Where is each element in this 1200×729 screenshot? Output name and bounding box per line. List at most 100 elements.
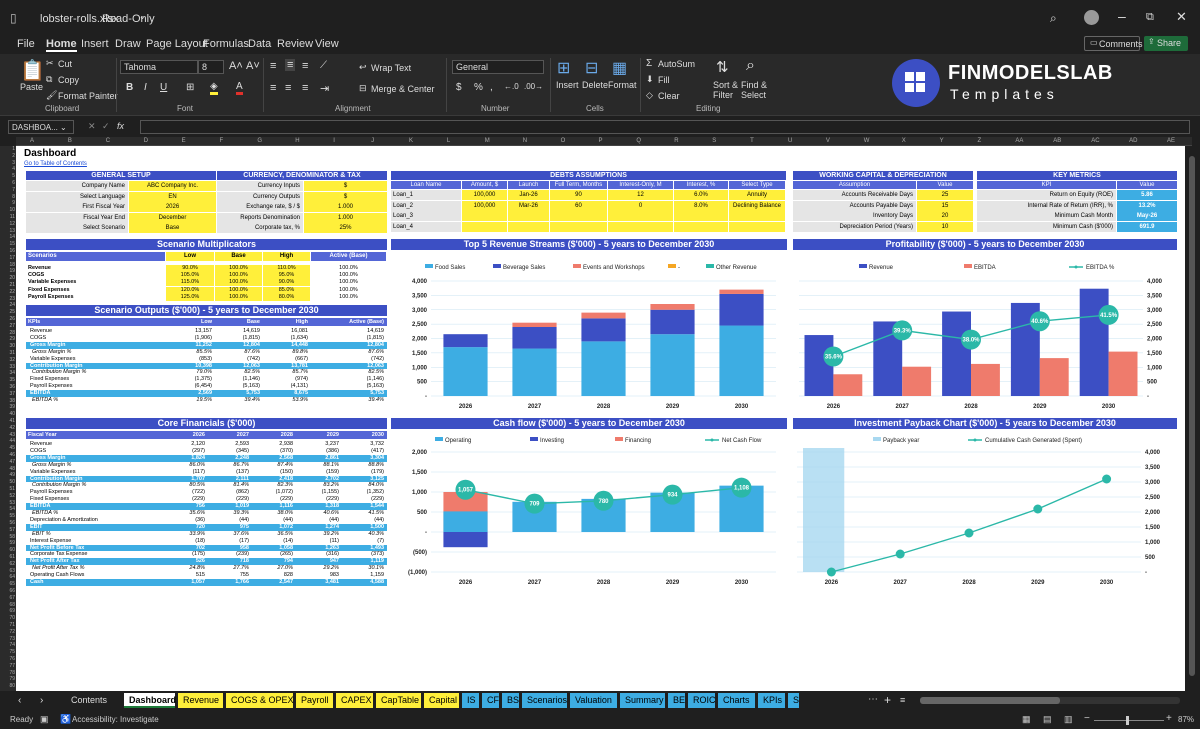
row-header[interactable]: 31 [2, 350, 15, 356]
wc-value[interactable]: 25 [917, 190, 973, 200]
row-header[interactable]: 62 [2, 561, 15, 567]
row-header[interactable]: 52 [2, 493, 15, 499]
decrease-font-icon[interactable]: A˅ [246, 60, 260, 72]
row-header[interactable]: 55 [2, 513, 15, 519]
general-value[interactable]: 2026 [129, 202, 216, 212]
row-header[interactable]: 68 [2, 602, 15, 608]
sheet-tab[interactable]: Capital [424, 693, 459, 708]
row-header[interactable]: 22 [2, 289, 15, 295]
percent-icon[interactable]: % [474, 82, 483, 93]
column-header[interactable]: Y [940, 138, 944, 144]
row-header[interactable]: 37 [2, 391, 15, 397]
currency-value[interactable]: $ [304, 191, 387, 202]
loan-value[interactable] [608, 211, 673, 221]
row-header[interactable]: 46 [2, 452, 15, 458]
row-header[interactable]: 76 [2, 656, 15, 662]
restore-icon[interactable]: ⧉ [1146, 11, 1154, 24]
horizontal-scrollbar[interactable] [920, 697, 1180, 704]
column-header[interactable]: M [485, 138, 490, 144]
menu-file[interactable]: File [17, 38, 35, 50]
loan-value[interactable]: 100,000 [462, 200, 507, 211]
loan-value[interactable] [608, 221, 673, 232]
zoom-out-icon[interactable]: − [1084, 713, 1090, 724]
sheet-tab[interactable]: Contents [66, 693, 121, 708]
zoom-in-icon[interactable]: + [1166, 713, 1172, 724]
row-header[interactable]: 35 [2, 377, 15, 383]
row-header[interactable]: 14 [2, 234, 15, 240]
loan-value[interactable] [508, 211, 549, 221]
column-header[interactable]: H [295, 138, 299, 144]
fill-color-icon[interactable]: ◈ [210, 81, 218, 95]
cancel-icon[interactable]: ✕ [88, 121, 96, 132]
loan-value[interactable]: Declining Balance [729, 200, 785, 211]
paste-icon[interactable]: 📋 [20, 58, 45, 83]
multiplier-value[interactable]: 100.0% [215, 265, 262, 272]
loan-value[interactable] [508, 221, 549, 232]
column-header[interactable]: G [257, 138, 262, 144]
row-header[interactable]: 49 [2, 472, 15, 478]
row-header[interactable]: 18 [2, 262, 15, 268]
sheet-tab[interactable]: Payroll [296, 693, 333, 708]
align-middle-icon[interactable]: ≡ [285, 59, 296, 71]
loan-value[interactable]: 60 [550, 200, 607, 211]
multiplier-value[interactable]: 100.0% [215, 279, 262, 287]
loan-value[interactable] [550, 211, 607, 221]
row-header[interactable]: 38 [2, 398, 15, 404]
loan-value[interactable]: 8.0% [674, 200, 728, 211]
fill-button[interactable]: Fill [658, 75, 670, 85]
h-scroll-thumb[interactable] [920, 697, 1060, 704]
row-header[interactable]: 66 [2, 588, 15, 594]
decrease-decimal-icon[interactable]: .00→ [524, 82, 543, 91]
column-header[interactable]: R [674, 138, 678, 144]
row-header[interactable]: 40 [2, 411, 15, 417]
formula-input[interactable] [140, 120, 1190, 134]
menu-home[interactable]: Home [46, 38, 77, 52]
find-select-button[interactable]: Find & Select [741, 80, 771, 100]
row-header[interactable]: 17 [2, 255, 15, 261]
row-header[interactable]: 32 [2, 357, 15, 363]
multiplier-value[interactable]: 95.0% [263, 272, 310, 280]
row-header[interactable]: 29 [2, 336, 15, 342]
accessibility-icon[interactable]: ♿ [60, 714, 71, 725]
zoom-slider[interactable] [1094, 720, 1164, 721]
add-sheet-icon[interactable]: + [884, 693, 891, 707]
sort-filter-button[interactable]: Sort & Filter [713, 80, 741, 100]
copy-button[interactable]: Copy [58, 75, 79, 85]
column-header[interactable]: A [30, 138, 34, 144]
loan-value[interactable] [674, 211, 728, 221]
row-header[interactable]: 27 [2, 323, 15, 329]
row-header[interactable]: 7 [2, 187, 15, 193]
row-header[interactable]: 1 [2, 146, 15, 152]
macro-icon[interactable]: ▣ [40, 714, 49, 725]
currency-value[interactable]: $ [304, 181, 387, 191]
row-header[interactable]: 12 [2, 221, 15, 227]
page-layout-icon[interactable]: ▤ [1043, 714, 1052, 725]
clear-button[interactable]: Clear [658, 91, 680, 101]
borders-icon[interactable]: ⊞ [186, 82, 194, 93]
row-header[interactable]: 65 [2, 581, 15, 587]
sheet-tab[interactable]: Dashboard [124, 693, 176, 708]
sheet-tab[interactable]: CF [482, 693, 499, 708]
column-header[interactable]: E [182, 138, 186, 144]
multiplier-value[interactable]: 85.0% [263, 286, 310, 294]
row-header[interactable]: 71 [2, 622, 15, 628]
orientation-icon[interactable]: ⟋ [320, 60, 327, 71]
row-header[interactable]: 47 [2, 459, 15, 465]
column-header[interactable]: O [561, 138, 566, 144]
row-header[interactable]: 15 [2, 241, 15, 247]
insert-button[interactable]: Insert [556, 80, 579, 90]
row-header[interactable]: 11 [2, 214, 15, 220]
row-header[interactable]: 42 [2, 425, 15, 431]
column-header[interactable]: P [599, 138, 603, 144]
fx-icon[interactable]: fx [117, 121, 124, 131]
loan-value[interactable] [550, 221, 607, 232]
format-painter-button[interactable]: Format Painter [58, 91, 118, 101]
column-header[interactable]: AD [1129, 138, 1137, 144]
zoom-slider-thumb[interactable] [1126, 716, 1129, 725]
dashboard-sheet[interactable]: Dashboard Go to Table of Contents GENERA… [16, 146, 1185, 691]
row-header[interactable]: 80 [2, 683, 15, 689]
row-header[interactable]: 34 [2, 370, 15, 376]
sheet-list-icon[interactable]: ≡ [900, 695, 905, 705]
insert-cells-icon[interactable]: ⊞ [557, 58, 570, 78]
row-header[interactable]: 64 [2, 574, 15, 580]
